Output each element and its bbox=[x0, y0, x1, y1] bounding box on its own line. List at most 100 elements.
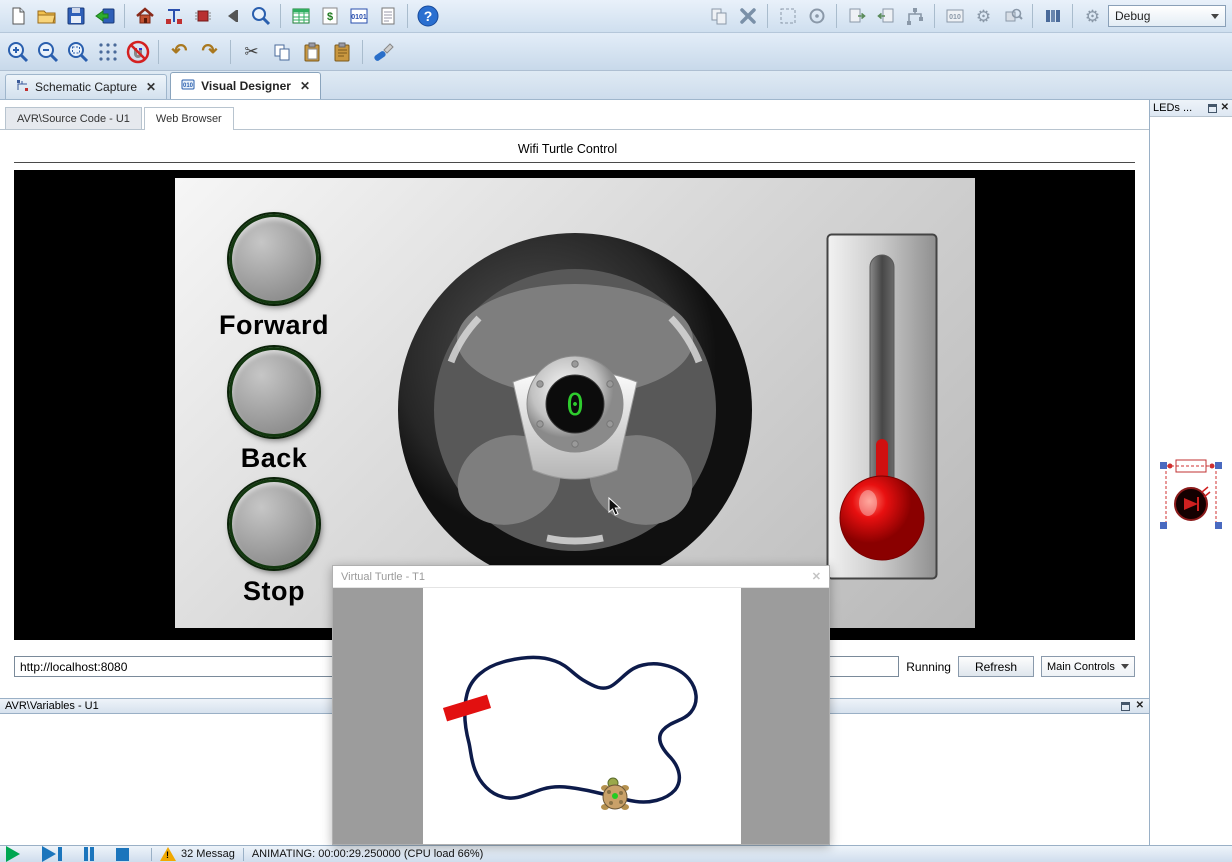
tab-web-browser[interactable]: Web Browser bbox=[144, 107, 234, 130]
mouse-cursor bbox=[607, 497, 623, 517]
zoom-out-icon[interactable] bbox=[34, 38, 61, 65]
target-icon[interactable] bbox=[803, 3, 830, 30]
dock-icon[interactable] bbox=[1121, 702, 1130, 711]
animation-status: ANIMATING: 00:00:29.250000 (CPU load 66%… bbox=[252, 848, 484, 860]
binary-file-icon[interactable]: 0101 bbox=[345, 3, 372, 30]
paste-icon[interactable] bbox=[298, 38, 325, 65]
steering-wheel[interactable]: 0 bbox=[397, 232, 753, 588]
chip-icon[interactable] bbox=[189, 3, 216, 30]
tab-close-icon[interactable]: ✕ bbox=[300, 79, 310, 93]
svg-text:010: 010 bbox=[949, 14, 961, 21]
back-button[interactable] bbox=[229, 347, 319, 437]
snap-off-icon[interactable] bbox=[124, 38, 151, 65]
play-button[interactable] bbox=[6, 846, 20, 862]
turtle-path bbox=[465, 657, 696, 802]
back-label: Back bbox=[174, 443, 374, 474]
controls-selector-label: Main Controls bbox=[1047, 661, 1115, 673]
debug-selector[interactable]: Debug bbox=[1108, 5, 1226, 27]
refresh-button[interactable]: Refresh bbox=[958, 656, 1034, 677]
redo-icon[interactable]: ↷ bbox=[196, 38, 223, 65]
forward-button[interactable] bbox=[229, 214, 319, 304]
copy-icon[interactable] bbox=[268, 38, 295, 65]
help-icon[interactable]: ? bbox=[414, 3, 441, 30]
svg-text:010: 010 bbox=[183, 83, 194, 89]
message-log-button[interactable]: ! 32 Messag bbox=[160, 847, 235, 861]
close-icon[interactable]: ✕ bbox=[812, 570, 821, 583]
zoom-area-icon[interactable] bbox=[64, 38, 91, 65]
virtual-turtle-title: Virtual Turtle - T1 bbox=[341, 571, 425, 583]
tab-schematic-capture[interactable]: Schematic Capture ✕ bbox=[5, 74, 167, 99]
pause-button[interactable] bbox=[84, 847, 94, 861]
settings-gear-icon[interactable]: ⚙ bbox=[1079, 3, 1106, 30]
title-divider bbox=[14, 162, 1135, 163]
netlist-icon[interactable] bbox=[160, 3, 187, 30]
frame-icon[interactable] bbox=[774, 3, 801, 30]
tab-label: AVR\Source Code - U1 bbox=[17, 113, 130, 125]
bom-dollar-icon[interactable]: $ bbox=[316, 3, 343, 30]
build-gear-icon[interactable]: ⚙ bbox=[970, 3, 997, 30]
branch-icon[interactable] bbox=[901, 3, 928, 30]
controls-selector[interactable]: Main Controls bbox=[1041, 656, 1135, 677]
forward-label: Forward bbox=[174, 310, 374, 341]
led-schematic-preview bbox=[1158, 452, 1224, 541]
svg-text:?: ? bbox=[423, 8, 432, 24]
notes-icon[interactable] bbox=[374, 3, 401, 30]
virtual-turtle-body bbox=[333, 588, 829, 844]
stop-button[interactable] bbox=[116, 848, 129, 861]
save-icon[interactable] bbox=[62, 3, 89, 30]
turtle-sprite bbox=[601, 778, 629, 810]
clipboard-icon[interactable] bbox=[328, 38, 355, 65]
run-status: Running bbox=[906, 660, 951, 674]
delete-icon[interactable] bbox=[734, 3, 761, 30]
probe-tool-icon[interactable] bbox=[370, 38, 397, 65]
open-folder-icon[interactable] bbox=[33, 3, 60, 30]
application-window: $ 0101 ? 010 ⚙ ⚙ Debug ↶ bbox=[0, 0, 1232, 862]
spreadsheet-icon[interactable] bbox=[287, 3, 314, 30]
search-icon[interactable] bbox=[247, 3, 274, 30]
zoom-in-icon[interactable] bbox=[4, 38, 31, 65]
thermometer-gauge bbox=[826, 233, 938, 580]
import-design-icon[interactable] bbox=[91, 3, 118, 30]
svg-text:$: $ bbox=[326, 11, 332, 23]
leds-panel-title: LEDs ... bbox=[1153, 102, 1204, 114]
edit-toolbar: ↶ ↷ ✂ bbox=[0, 33, 1232, 71]
binary-small-icon[interactable]: 010 bbox=[941, 3, 968, 30]
close-icon[interactable]: ✕ bbox=[1221, 103, 1229, 113]
export-page-icon[interactable] bbox=[843, 3, 870, 30]
new-file-icon[interactable] bbox=[4, 3, 31, 30]
close-icon[interactable]: ✕ bbox=[1136, 701, 1144, 711]
virtual-turtle-titlebar[interactable]: Virtual Turtle - T1 ✕ bbox=[333, 566, 829, 588]
marker-icon[interactable] bbox=[218, 3, 245, 30]
wheel-value: 0 bbox=[566, 388, 584, 423]
tab-visual-designer[interactable]: 010 Visual Designer ✕ bbox=[170, 72, 321, 99]
status-bar: ! 32 Messag ANIMATING: 00:00:29.250000 (… bbox=[0, 845, 1232, 862]
memory-icon[interactable] bbox=[1039, 3, 1066, 30]
svg-text:0101: 0101 bbox=[351, 14, 367, 21]
cut-icon[interactable]: ✂ bbox=[238, 38, 265, 65]
page-title: Wifi Turtle Control bbox=[0, 142, 1135, 156]
undo-icon[interactable]: ↶ bbox=[166, 38, 193, 65]
tab-label: Schematic Capture bbox=[35, 80, 137, 94]
editor-tab-bar: Schematic Capture ✕ 010 Visual Designer … bbox=[0, 71, 1232, 100]
main-toolbar: $ 0101 ? 010 ⚙ ⚙ Debug bbox=[0, 0, 1232, 33]
virtual-turtle-window: Virtual Turtle - T1 ✕ bbox=[332, 565, 830, 845]
leds-panel: LEDs ... ✕ bbox=[1149, 100, 1232, 845]
message-count: 32 Messag bbox=[181, 848, 235, 860]
visual-designer-tab-icon: 010 bbox=[181, 78, 195, 94]
tab-label: Visual Designer bbox=[201, 79, 291, 93]
control-panel: Forward Back Stop bbox=[175, 178, 975, 628]
tab-label: Web Browser bbox=[156, 113, 222, 125]
dock-icon[interactable] bbox=[1208, 104, 1217, 113]
home-icon[interactable] bbox=[131, 3, 158, 30]
debug-selector-label: Debug bbox=[1115, 9, 1150, 23]
step-button[interactable] bbox=[42, 846, 62, 862]
stop-button[interactable] bbox=[229, 479, 319, 569]
tab-close-icon[interactable]: ✕ bbox=[146, 80, 156, 94]
import-page-icon[interactable] bbox=[872, 3, 899, 30]
chevron-down-icon bbox=[1211, 14, 1219, 19]
duplicate-icon[interactable] bbox=[705, 3, 732, 30]
tab-source-code[interactable]: AVR\Source Code - U1 bbox=[5, 107, 142, 129]
leds-panel-header: LEDs ... ✕ bbox=[1150, 100, 1232, 117]
inspect-chip-icon[interactable] bbox=[999, 3, 1026, 30]
grid-icon[interactable] bbox=[94, 38, 121, 65]
